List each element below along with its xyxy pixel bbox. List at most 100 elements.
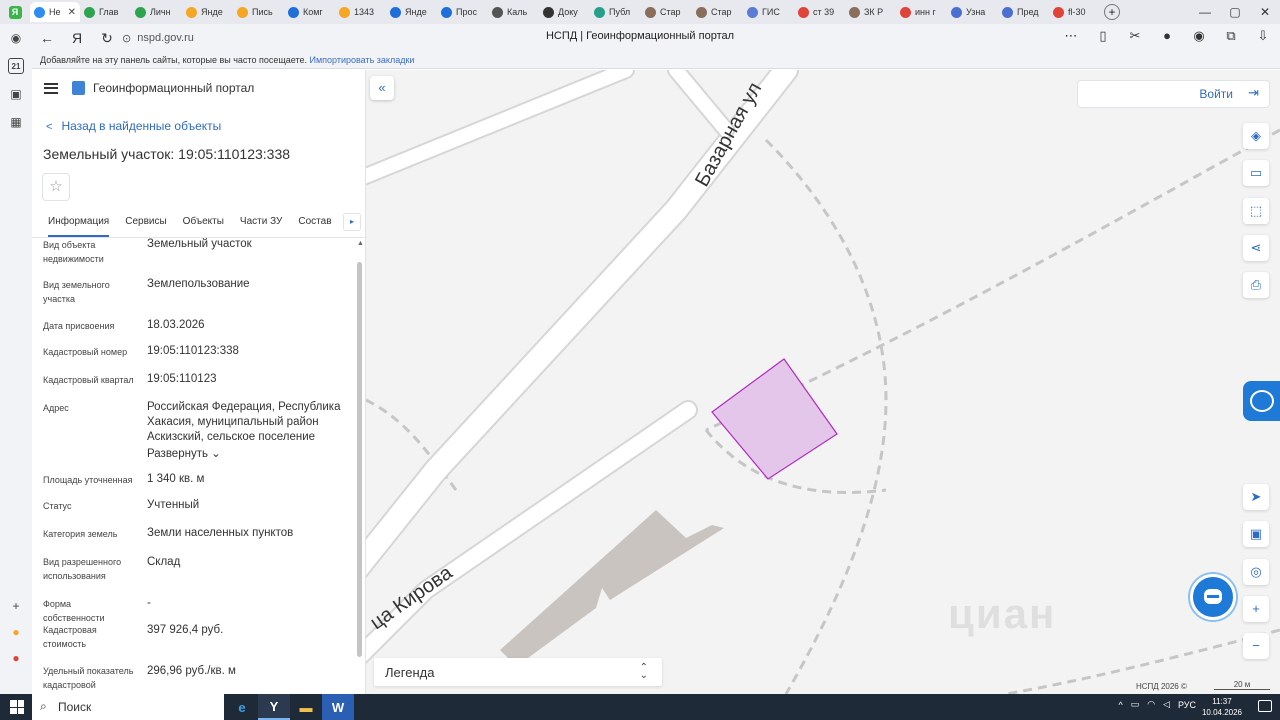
add-sidebar-icon[interactable]: +	[8, 598, 24, 614]
tab-favicon-icon	[339, 6, 350, 18]
browser-tab[interactable]: 1343	[335, 2, 386, 22]
address-bar: ← Я ↻ ⊙ nspd.gov.ru НСПД | Геоинформацио…	[0, 24, 1280, 52]
properties-scrollbar[interactable]: ▲	[356, 238, 364, 694]
import-bookmarks-link[interactable]: Импортировать закладки	[310, 55, 415, 65]
tab-label: ст 39	[813, 7, 835, 17]
ruler-icon[interactable]: ▭	[1243, 160, 1269, 186]
edge-app-icon[interactable]: e	[226, 694, 258, 720]
url-host[interactable]: nspd.gov.ru	[137, 32, 194, 44]
map-canvas[interactable]: Базарная ул ца Кирова циан	[366, 70, 1280, 694]
tab-favicon-icon	[696, 6, 707, 18]
minimap-icon[interactable]: ▣	[1243, 521, 1269, 547]
back-to-results-link[interactable]: < Назад в найденные объекты	[46, 119, 221, 133]
tab-objects[interactable]: Объекты	[183, 210, 224, 237]
expand-address-link[interactable]: Развернуть ⌄	[147, 447, 347, 462]
geolocation-icon[interactable]: ◎	[1243, 559, 1269, 585]
zoom-in-icon[interactable]: +	[1243, 596, 1269, 622]
support-chat-tab[interactable]	[1243, 381, 1280, 421]
mail-sidebar-icon[interactable]: ●	[8, 650, 24, 666]
browser-tab[interactable]: ЗК Р	[845, 2, 896, 22]
reload-icon[interactable]: ↻	[92, 30, 122, 47]
layers-icon[interactable]: ◈	[1243, 123, 1269, 149]
extension-icon[interactable]: ●	[1158, 28, 1176, 44]
building	[500, 510, 724, 664]
scrollbar-thumb[interactable]	[357, 262, 362, 657]
scroll-up-icon[interactable]: ▲	[357, 240, 364, 247]
tab-services[interactable]: Сервисы	[125, 210, 166, 237]
browser-tab[interactable]: ст 39	[794, 2, 845, 22]
browser-tab[interactable]: Янде	[182, 2, 233, 22]
browser-tab[interactable]: Личн	[131, 2, 182, 22]
close-window-icon[interactable]: ✕	[1250, 5, 1280, 19]
collapse-panel-icon[interactable]: «	[370, 76, 394, 100]
sidebar-app-icon[interactable]: ●	[8, 624, 24, 640]
legend-dropdown[interactable]: Легенда ⌃ ⌄	[374, 658, 662, 686]
media-icon[interactable]: ▣	[8, 86, 24, 102]
puzzle-icon[interactable]: ⧉	[1222, 28, 1240, 44]
property-key: Форма собственности	[43, 599, 105, 623]
browser-tab[interactable]: fl-30	[1049, 2, 1100, 22]
chat-fab-button[interactable]	[1190, 574, 1236, 620]
browser-tab[interactable]: Пред	[998, 2, 1049, 22]
network-icon[interactable]: ▭	[1131, 699, 1140, 710]
tabs-scroll-right-icon[interactable]: ▸	[343, 213, 361, 231]
tab-info[interactable]: Информация	[48, 210, 110, 237]
more-icon[interactable]: ⋯	[1062, 28, 1080, 44]
back-arrow-icon[interactable]: ←	[32, 30, 62, 46]
browser-tab[interactable]: Стар	[692, 2, 743, 22]
site-info-icon[interactable]: ⊙	[122, 32, 131, 45]
calendar-icon[interactable]: 21	[8, 58, 24, 74]
yandex-app-icon[interactable]: Y	[258, 694, 290, 720]
browser-tab[interactable]: Прос	[437, 2, 488, 22]
tab-parts[interactable]: Части ЗУ	[240, 210, 282, 237]
browser-tab[interactable]: Янде	[386, 2, 437, 22]
word-app-icon[interactable]: W	[322, 694, 354, 720]
protect-icon[interactable]: ◉	[1190, 28, 1208, 44]
download-icon[interactable]: ⇩	[1254, 28, 1272, 44]
select-area-icon[interactable]: ⬚	[1243, 198, 1269, 224]
bookmark-icon[interactable]: ▯	[1094, 28, 1112, 44]
browser-tab[interactable]: Комг	[284, 2, 335, 22]
menu-icon[interactable]	[44, 82, 58, 94]
browser-tab[interactable]: Публ	[590, 2, 641, 22]
browser-tab[interactable]: Доку	[539, 2, 590, 22]
browser-tab[interactable]: инн г	[896, 2, 947, 22]
property-key: Категория земель	[43, 529, 118, 539]
tab-composition[interactable]: Состав	[298, 210, 331, 237]
browser-tab[interactable]: Стар	[641, 2, 692, 22]
tools-icon[interactable]: ✂	[1126, 28, 1144, 44]
browser-tab[interactable]: Пись	[233, 2, 284, 22]
login-button[interactable]: Войти ⇥	[1077, 80, 1270, 108]
minimize-icon[interactable]: —	[1190, 5, 1220, 19]
maximize-icon[interactable]: ▢	[1220, 5, 1250, 19]
share-icon[interactable]: ⋖	[1243, 235, 1269, 261]
land-parcel[interactable]	[711, 358, 838, 480]
clock[interactable]: 11:37 10.04.2026	[1202, 696, 1242, 718]
favorite-star-icon[interactable]: ☆	[42, 173, 70, 201]
browser-tab[interactable]: Узна	[947, 2, 998, 22]
yandex-search-icon[interactable]: Я	[62, 30, 92, 46]
navigate-icon[interactable]: ➤	[1243, 484, 1269, 510]
browser-menu[interactable]: Я	[0, 0, 30, 24]
notifications-icon[interactable]	[1258, 700, 1272, 712]
browser-tab[interactable]: Глав	[80, 2, 131, 22]
browser-tab[interactable]: ГИС	[743, 2, 794, 22]
property-value: 1 340 кв. м	[147, 473, 205, 485]
zoom-out-icon[interactable]: −	[1243, 633, 1269, 659]
browser-tab[interactable]: Каль	[488, 2, 539, 22]
new-tab-button[interactable]: +	[1104, 4, 1120, 20]
alice-icon[interactable]: ◉	[8, 30, 24, 46]
apps-grid-icon[interactable]: ▦	[8, 114, 24, 130]
taskbar-search[interactable]: ⌕ Поиск	[32, 694, 224, 720]
map-scale: 20 м	[1214, 681, 1270, 690]
tray-chevron-icon[interactable]: ^	[1118, 700, 1122, 710]
language-indicator[interactable]: РУС	[1178, 700, 1196, 710]
volume-icon[interactable]: ◁	[1163, 699, 1170, 710]
wifi-icon[interactable]: ◠	[1147, 699, 1155, 710]
windows-start-icon[interactable]	[10, 700, 24, 714]
tab-close-icon[interactable]: ✕	[68, 7, 76, 18]
browser-tab[interactable]: Не ✕	[30, 2, 80, 22]
clock-time: 11:37	[1212, 697, 1232, 706]
print-icon[interactable]: ⎙	[1243, 272, 1269, 298]
explorer-app-icon[interactable]: ▬	[290, 694, 322, 720]
